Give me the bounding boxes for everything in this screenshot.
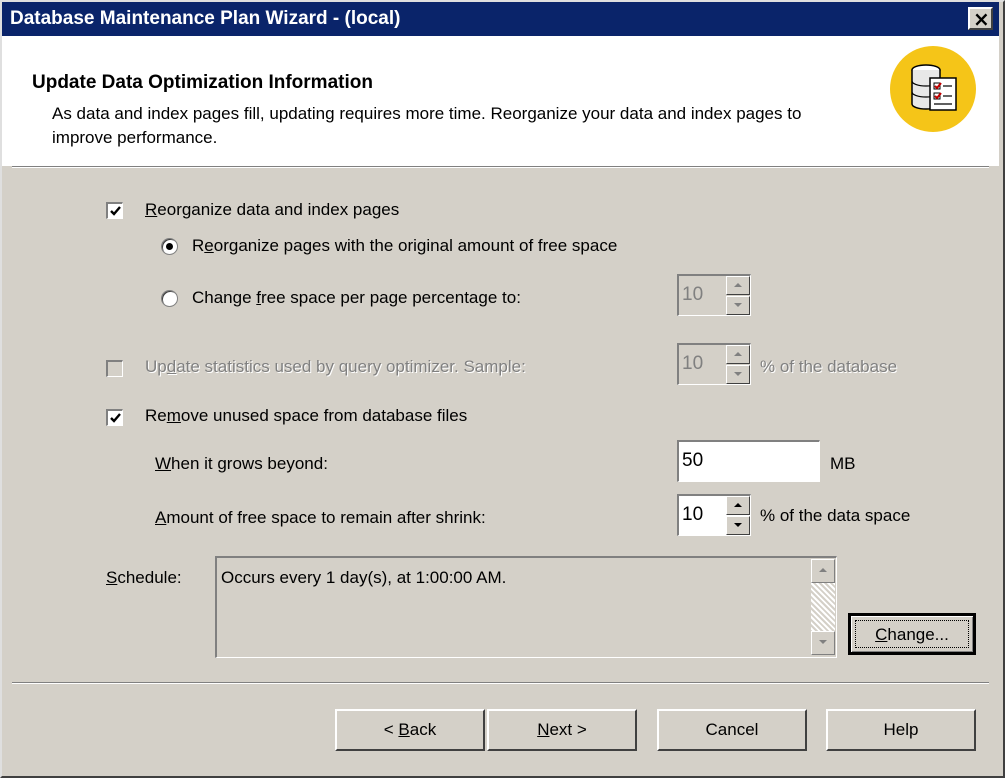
arrow-down-icon bbox=[734, 303, 742, 307]
cancel-label: Cancel bbox=[705, 720, 759, 739]
statistics-sample-spinner[interactable]: 10 bbox=[677, 343, 751, 385]
free-space-percentage-value: 10 bbox=[682, 284, 704, 305]
update-statistics-label[interactable]: Update statistics used by query optimize… bbox=[145, 357, 526, 377]
close-icon: × bbox=[973, 7, 990, 31]
arrow-up-icon bbox=[734, 352, 742, 356]
spin-down-button[interactable] bbox=[726, 365, 750, 384]
radio-selected-dot bbox=[166, 243, 173, 250]
arrow-down-icon bbox=[734, 372, 742, 376]
next-label: Next > bbox=[537, 720, 587, 739]
page-title: Update Data Optimization Information bbox=[32, 72, 373, 93]
spinner-buttons bbox=[726, 496, 750, 535]
title-bar[interactable]: Database Maintenance Plan Wizard - (loca… bbox=[2, 2, 999, 36]
radio-change-free-space[interactable] bbox=[161, 290, 178, 307]
schedule-text: Occurs every 1 day(s), at 1:00:00 AM. bbox=[221, 568, 507, 587]
arrow-down-icon bbox=[819, 640, 827, 644]
scroll-down-button[interactable] bbox=[811, 631, 835, 655]
free-space-after-shrink-label: Amount of free space to remain after shr… bbox=[155, 508, 486, 527]
focus-rectangle bbox=[855, 620, 969, 648]
statistics-sample-value: 10 bbox=[682, 353, 704, 374]
grows-beyond-value: 50 bbox=[682, 450, 704, 471]
remove-unused-space-checkbox[interactable] bbox=[106, 409, 123, 426]
reorganize-label[interactable]: Reorganize data and index pages bbox=[145, 200, 399, 220]
grows-beyond-label: When it grows beyond: bbox=[155, 454, 328, 473]
radio-original-free-space[interactable] bbox=[161, 238, 178, 255]
wizard-header: Update Data Optimization Information As … bbox=[2, 36, 999, 166]
grows-beyond-unit: MB bbox=[830, 454, 856, 473]
remove-unused-space-label[interactable]: Remove unused space from database files bbox=[145, 406, 467, 426]
spinner-buttons bbox=[726, 345, 750, 384]
close-button[interactable]: × bbox=[968, 7, 993, 31]
window-title: Database Maintenance Plan Wizard - (loca… bbox=[10, 8, 401, 29]
back-label: < Back bbox=[383, 720, 437, 739]
schedule-scrollbar[interactable] bbox=[811, 559, 835, 655]
scroll-up-button[interactable] bbox=[811, 559, 835, 583]
free-space-after-shrink-spinner[interactable]: 10 bbox=[677, 494, 751, 536]
database-checklist-icon bbox=[890, 46, 976, 132]
spin-up-button[interactable] bbox=[726, 276, 750, 295]
statistics-sample-suffix: % of the database bbox=[760, 357, 898, 376]
free-space-after-shrink-value: 10 bbox=[682, 504, 704, 525]
schedule-textbox[interactable]: Occurs every 1 day(s), at 1:00:00 AM. bbox=[215, 556, 837, 658]
schedule-label: Schedule: bbox=[106, 568, 182, 587]
radio-change-free-space-label[interactable]: Change free space per page percentage to… bbox=[192, 288, 521, 308]
free-space-after-shrink-suffix: % of the data space bbox=[760, 506, 911, 525]
radio-original-free-space-label[interactable]: Reorganize pages with the original amoun… bbox=[192, 236, 617, 256]
back-button[interactable]: < Back bbox=[335, 709, 485, 751]
help-button[interactable]: Help bbox=[826, 709, 976, 751]
update-statistics-checkbox[interactable] bbox=[106, 360, 123, 377]
reorganize-checkbox[interactable] bbox=[106, 202, 123, 219]
next-button[interactable]: Next > bbox=[487, 709, 637, 751]
cancel-button[interactable]: Cancel bbox=[657, 709, 807, 751]
arrow-up-icon bbox=[734, 283, 742, 287]
arrow-up-icon bbox=[819, 568, 827, 572]
spin-up-button[interactable] bbox=[726, 345, 750, 364]
spin-down-button[interactable] bbox=[726, 296, 750, 315]
spinner-buttons bbox=[726, 276, 750, 315]
help-label: Help bbox=[883, 720, 919, 739]
free-space-percentage-spinner[interactable]: 10 bbox=[677, 274, 751, 316]
grows-beyond-input[interactable]: 50 bbox=[677, 440, 820, 482]
footer-divider bbox=[12, 682, 989, 684]
page-description: As data and index pages fill, updating r… bbox=[52, 104, 802, 147]
spin-down-button[interactable] bbox=[726, 516, 750, 535]
spin-up-button[interactable] bbox=[726, 496, 750, 515]
arrow-up-icon bbox=[734, 503, 742, 507]
change-schedule-button[interactable]: Change... bbox=[848, 613, 976, 655]
header-divider bbox=[12, 166, 989, 168]
arrow-down-icon bbox=[734, 523, 742, 527]
